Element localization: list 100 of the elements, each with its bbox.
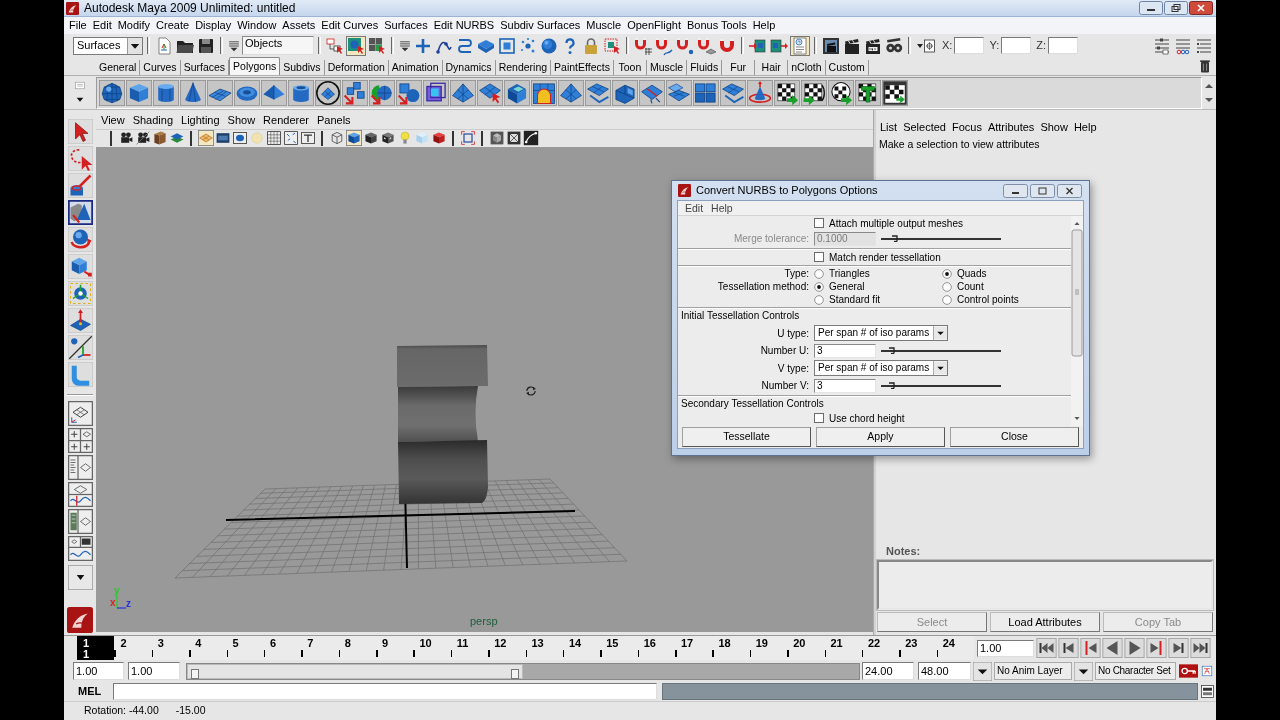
paint-brush-icon[interactable] — [67, 173, 93, 198]
shelf-tab[interactable]: Toon — [613, 60, 647, 75]
shelf-tab[interactable]: Dynamics — [442, 60, 496, 75]
next-key-icon[interactable] — [1146, 638, 1167, 658]
cone-cube-icon[interactable] — [67, 200, 93, 225]
panel-menu-item[interactable]: View — [97, 115, 129, 127]
wireframe-cube-icon[interactable] — [329, 130, 345, 147]
wedge-icon[interactable] — [612, 79, 638, 106]
menu-item[interactable]: Edit — [681, 202, 708, 214]
menu-item[interactable]: Assets — [279, 20, 319, 31]
time-field[interactable]: 1.00 — [73, 662, 124, 680]
book-icon[interactable] — [152, 130, 168, 147]
grid-icon[interactable] — [266, 130, 282, 147]
time-field[interactable]: 48.00 — [918, 662, 971, 680]
grid-pyramid-icon[interactable] — [558, 79, 584, 106]
panel-menu-item[interactable]: Panels — [312, 115, 355, 127]
menu-item[interactable]: Bonus Tools — [683, 20, 750, 31]
caret-icon[interactable] — [973, 661, 992, 681]
checkbox[interactable] — [814, 413, 824, 423]
current-time-field[interactable]: 1.00 — [977, 639, 1034, 657]
framed-square-icon[interactable] — [497, 35, 517, 56]
play-icon[interactable] — [1124, 638, 1145, 658]
graph-layout-icon[interactable] — [67, 482, 93, 507]
torus-icon[interactable] — [234, 79, 260, 106]
notes-field[interactable] — [877, 560, 1213, 610]
grid-cursor-icon[interactable] — [367, 35, 387, 56]
text-frame-icon[interactable] — [300, 130, 316, 147]
arch-icon[interactable] — [531, 79, 557, 106]
slider-handle-icon[interactable] — [191, 668, 199, 679]
tiles-cursor-icon[interactable] — [477, 79, 503, 106]
anim-layer-field[interactable]: No Anim Layer — [994, 662, 1072, 680]
shelf-tab[interactable]: General — [96, 60, 141, 75]
menu-item[interactable]: Display — [192, 20, 235, 31]
radio-button[interactable] — [814, 268, 824, 279]
cone-ring-icon[interactable] — [747, 79, 773, 106]
curve-icon[interactable] — [523, 130, 539, 147]
time-slider[interactable]: 1 1 2 3 4 5 6 7 8 9 10 11 12 13 14 15 16 17 18 19 20 21 22 23 24 — [77, 636, 974, 660]
radio-label[interactable]: Count — [957, 279, 984, 294]
slider-track[interactable] — [881, 237, 1001, 240]
coordinate-field[interactable] — [1048, 37, 1078, 54]
shelf-tab[interactable]: Muscle — [646, 60, 688, 75]
caret-icon[interactable] — [1074, 661, 1093, 681]
command-field[interactable] — [113, 683, 657, 700]
menu-item[interactable]: Create — [153, 20, 193, 31]
quads-icon[interactable] — [693, 79, 719, 106]
range-slider-bar[interactable] — [187, 663, 523, 679]
shaded-cube-icon[interactable] — [346, 130, 362, 147]
shelf-tab[interactable]: Rendering — [495, 60, 552, 75]
crossed-frame-icon[interactable] — [506, 130, 522, 147]
radio-button[interactable] — [942, 281, 952, 292]
shelf-tab[interactable]: Animation — [388, 60, 443, 75]
app-logo-icon[interactable] — [67, 607, 93, 633]
checker-wrap-icon[interactable] — [801, 79, 827, 106]
radio-button[interactable] — [942, 268, 952, 279]
menu-item[interactable]: Edit NURBS — [430, 20, 498, 31]
tiles-icon[interactable] — [720, 79, 746, 106]
shelf-tab[interactable]: Fluids — [687, 60, 723, 75]
step-forward-icon[interactable] — [1168, 638, 1189, 658]
radio-button[interactable] — [942, 294, 952, 305]
radio-label[interactable]: General — [829, 279, 865, 294]
time-field[interactable]: 24.00 — [862, 662, 914, 680]
cylinder-icon[interactable] — [153, 79, 179, 106]
skip-to-start-icon[interactable] — [1036, 638, 1057, 658]
menu-item[interactable]: OpenFlight — [624, 20, 684, 31]
menu-item[interactable]: Help — [1070, 121, 1100, 133]
dialog-button[interactable]: Apply — [816, 427, 945, 447]
editor-button[interactable]: Load Attributes — [990, 612, 1100, 632]
number-field[interactable]: 3 — [814, 343, 876, 358]
grid-pyramid-icon[interactable] — [450, 79, 476, 106]
dashed-box-cursor-icon[interactable] — [602, 35, 622, 56]
coordinate-field[interactable] — [954, 37, 985, 54]
cube-icon[interactable] — [126, 79, 152, 106]
panel-menu-item[interactable]: Shading — [128, 115, 178, 127]
scale-cube-icon[interactable] — [67, 254, 93, 279]
coordinate-field[interactable] — [1001, 37, 1032, 54]
tiles-icon[interactable] — [585, 79, 611, 106]
character-set-field[interactable]: No Character Set — [1095, 662, 1176, 680]
slider-track[interactable] — [881, 384, 1001, 387]
radio-button[interactable] — [814, 281, 824, 292]
bevel-cube-icon[interactable] — [504, 79, 530, 106]
menu-set-dropdown[interactable]: Surfaces — [73, 36, 143, 55]
dialog-button[interactable]: Close — [950, 427, 1079, 447]
flaps-icon[interactable] — [666, 79, 692, 106]
trash-icon[interactable] — [1197, 58, 1213, 74]
close-icon[interactable] — [1057, 183, 1082, 198]
checkbox[interactable] — [814, 218, 824, 228]
wire-cube-icon[interactable] — [423, 79, 449, 106]
menu-item[interactable]: Focus — [948, 121, 985, 133]
caret-icon[interactable] — [67, 565, 93, 590]
grid-magnet-icon[interactable] — [633, 35, 653, 56]
shelf-tab[interactable]: Hair — [755, 60, 789, 75]
menu-item[interactable]: Modify — [114, 20, 154, 31]
menu-item[interactable]: Surfaces — [381, 20, 431, 31]
menu-item[interactable]: File — [66, 20, 90, 31]
tree-cursor-icon[interactable] — [325, 35, 345, 56]
dropdown[interactable]: Per span # of iso params — [814, 325, 948, 341]
frame-icon[interactable] — [460, 130, 476, 147]
key-icon[interactable] — [1179, 664, 1198, 678]
previous-key-icon[interactable] — [1080, 638, 1101, 658]
pyramid-icon[interactable] — [261, 79, 287, 106]
